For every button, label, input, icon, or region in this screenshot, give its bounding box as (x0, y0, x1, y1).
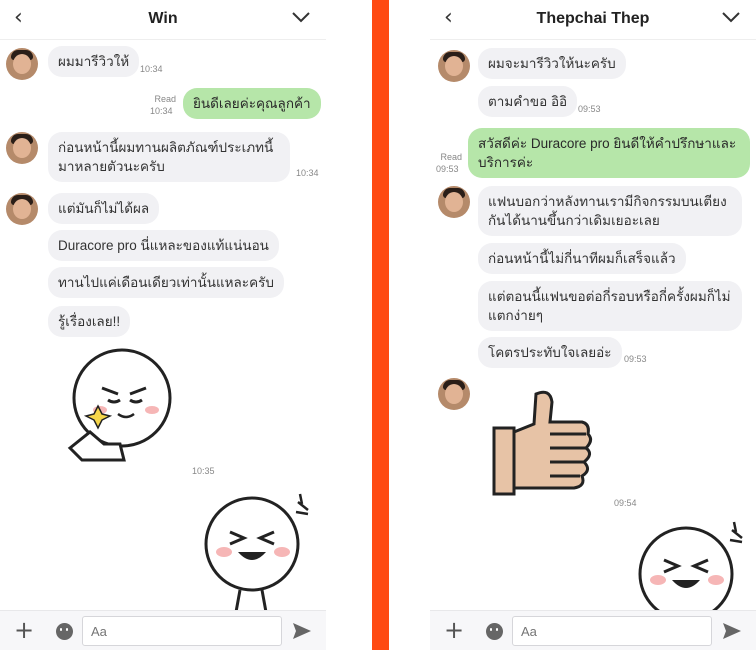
incoming-message: โคตรประทับใจเลยอ่ะ (478, 337, 622, 368)
emoji-icon[interactable] (56, 623, 73, 640)
incoming-message: แฟนบอกว่าหลังทานเรามีกิจกรรมบนเตียง กันไ… (478, 186, 742, 236)
orange-divider (372, 0, 389, 650)
outgoing-message: สวัสดีค่ะ Duracore pro ยินดีให้คำปรึกษาแ… (468, 128, 750, 178)
avatar[interactable] (438, 186, 470, 218)
back-arrow-icon[interactable]: ‹ (14, 7, 23, 29)
incoming-message: ผมมารีวิวให้ (48, 46, 140, 77)
send-icon[interactable] (292, 621, 312, 641)
incoming-message: ทานไปแค่เดือนเดียวเท่านั้นแหละครับ (48, 267, 284, 298)
incoming-message: ก่อนหน้านี้ไม่กี่นาทีผมก็เสร็จแล้ว (478, 243, 686, 274)
message-line: แตกง่ายๆ (488, 308, 543, 323)
avatar[interactable] (6, 132, 38, 164)
message-input-bar: + (430, 610, 756, 650)
incoming-message: Duracore pro นี่แหละของแท้แน่นอน (48, 230, 279, 261)
message-line: มาหลายตัวนะครับ (58, 159, 165, 174)
message-line: สวัสดีค่ะ Duracore pro ยินดีให้คำปรึกษาแ… (478, 136, 737, 151)
incoming-message: รู้เรื่องเลย!! (48, 306, 131, 337)
avatar[interactable] (6, 48, 38, 80)
plus-icon[interactable]: + (444, 617, 464, 643)
panel-gap (326, 0, 372, 650)
left-chat-panel: ‹ Win ผมมารีวิวให้ 10:34 Read 10:34 ยินด… (0, 0, 326, 650)
message-input[interactable] (512, 616, 712, 646)
message-time: 10:34 (296, 168, 319, 178)
message-input-bar: + (0, 610, 326, 650)
panel-gap-right (389, 0, 430, 650)
message-line: แฟนบอกว่าหลังทานเรามีกิจกรรมบนเตียง (488, 194, 727, 209)
right-chat-panel: ‹ Thepchai Thep ผมจะมารีวิวให้นะครับ ตาม… (430, 0, 756, 650)
message-time: 10:35 (192, 466, 215, 476)
message-time: 09:53 (436, 164, 459, 174)
emoji-icon[interactable] (486, 623, 503, 640)
message-line: แต่ตอนนี้แฟนขอต่อกี่รอบหรือกี่ครั้งผมก็ไ… (488, 289, 731, 304)
moon-laughing-sticker[interactable] (634, 518, 756, 618)
incoming-message: ก่อนหน้านี้ผมทานผลิตภัณฑ์ประเภทนี้ มาหลา… (48, 132, 290, 182)
avatar[interactable] (438, 378, 470, 410)
chat-header: ‹ Win (0, 0, 326, 40)
read-receipt: Read (154, 94, 176, 104)
message-input[interactable] (82, 616, 282, 646)
chat-title: Thepchai Thep (536, 10, 650, 27)
send-icon[interactable] (722, 621, 742, 641)
incoming-message: ตามคำขอ อิอิ (478, 86, 578, 117)
plus-icon[interactable]: + (14, 617, 34, 643)
message-time: 09:53 (578, 104, 601, 114)
outgoing-message: ยินดีเลยค่ะคุณลูกค้า (183, 88, 321, 119)
moon-laughing-sticker[interactable] (200, 492, 320, 612)
chat-header: ‹ Thepchai Thep (430, 0, 756, 40)
avatar[interactable] (6, 193, 38, 225)
chat-title: Win (148, 10, 178, 27)
incoming-message: แต่มันก็ไม่ได้ผล (48, 193, 160, 224)
message-line: กันได้นานขึ้นกว่าเดิมเยอะเลย (488, 213, 660, 228)
message-time: 10:34 (140, 64, 163, 74)
message-time: 09:53 (624, 354, 647, 364)
chevron-down-icon[interactable] (720, 6, 742, 28)
read-receipt: Read (440, 152, 462, 162)
back-arrow-icon[interactable]: ‹ (444, 7, 453, 29)
message-time: 10:34 (150, 106, 173, 116)
message-line: บริการค่ะ (478, 155, 534, 170)
incoming-message: ผมจะมารีวิวให้นะครับ (478, 48, 626, 79)
moon-thumbs-up-sticker[interactable] (60, 348, 180, 468)
message-time: 09:54 (614, 498, 637, 508)
message-line: ก่อนหน้านี้ผมทานผลิตภัณฑ์ประเภทนี้ (58, 140, 274, 155)
avatar[interactable] (438, 50, 470, 82)
incoming-message: แต่ตอนนี้แฟนขอต่อกี่รอบหรือกี่ครั้งผมก็ไ… (478, 281, 742, 331)
chevron-down-icon[interactable] (290, 6, 312, 28)
thumbs-up-sticker[interactable] (490, 388, 596, 498)
